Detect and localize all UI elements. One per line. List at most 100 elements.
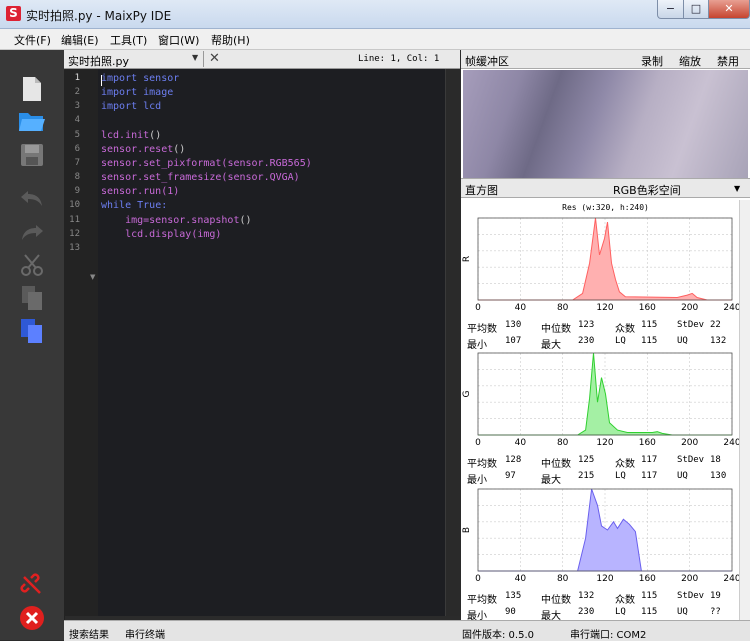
line-number: 9 bbox=[74, 186, 80, 197]
stat-max: 215 bbox=[578, 471, 595, 481]
connect-icon[interactable] bbox=[16, 570, 48, 600]
x-tick-label: 40 bbox=[515, 574, 527, 584]
colorspace-dropdown-icon[interactable]: ▼ bbox=[734, 184, 740, 193]
histogram-r: R 0 40 80 120 160 200 240 bbox=[462, 217, 739, 313]
title-bar: S 实时拍照.py - MaixPy IDE − □ ✕ bbox=[0, 0, 750, 29]
serial-port: 串行端口: COM2 bbox=[570, 630, 647, 641]
menu-tools[interactable]: 工具(T) bbox=[110, 32, 147, 48]
framebuffer-title: 帧缓冲区 bbox=[465, 55, 509, 68]
record-button[interactable]: 录制 bbox=[641, 53, 663, 69]
firmware-version: 固件版本: 0.5.0 bbox=[462, 630, 534, 641]
framebuffer-header: 帧缓冲区 录制 缩放 禁用 bbox=[461, 50, 750, 69]
code-token: while bbox=[101, 200, 132, 212]
left-toolbar bbox=[0, 50, 65, 640]
menu-file[interactable]: 文件(F) bbox=[14, 32, 51, 48]
stat-mean: 130 bbox=[505, 320, 522, 330]
x-tick-label: 160 bbox=[639, 438, 656, 448]
stat-mode-label: 众数 bbox=[615, 459, 635, 470]
save-icon[interactable] bbox=[16, 140, 48, 170]
copy-icon[interactable] bbox=[16, 283, 48, 313]
code-token: import bbox=[101, 73, 138, 84]
search-results-tab[interactable]: 搜索结果 bbox=[69, 626, 109, 641]
stop-icon[interactable] bbox=[16, 603, 48, 633]
code-line: import image bbox=[101, 87, 173, 98]
channel-label: G bbox=[462, 390, 472, 397]
stat-mode: 115 bbox=[641, 320, 658, 330]
code-token: lcd bbox=[137, 101, 162, 113]
stat-min-label: 最小 bbox=[467, 340, 487, 351]
code-token: sensor.run bbox=[101, 186, 162, 198]
histogram-title: 直方图 bbox=[465, 184, 498, 197]
right-panel: 帧缓冲区 录制 缩放 禁用 直方图 RGB色彩空间 ▼ Res (w:320, … bbox=[461, 50, 750, 622]
disable-button[interactable]: 禁用 bbox=[717, 53, 739, 69]
code-line: import lcd bbox=[101, 101, 161, 112]
menu-bar: 文件(F) 编辑(E) 工具(T) 窗口(W) 帮助(H) bbox=[0, 29, 750, 50]
stat-median-label: 中位数 bbox=[541, 324, 571, 335]
app-icon: S bbox=[6, 6, 21, 21]
code-token: import bbox=[101, 101, 138, 113]
line-number: 13 bbox=[69, 242, 80, 253]
stat-min-label: 最小 bbox=[467, 475, 487, 486]
line-number: 3 bbox=[74, 101, 80, 112]
close-tab-icon[interactable]: ✕ bbox=[209, 51, 220, 66]
line-col-indicator: Line: 1, Col: 1 bbox=[358, 54, 440, 64]
stat-mean: 128 bbox=[505, 455, 522, 465]
editor-scrollbar[interactable] bbox=[445, 69, 461, 616]
histogram-g: G 0 40 80 120 160 200 240 bbox=[462, 352, 739, 448]
file-tab[interactable]: 实时拍照.py bbox=[68, 53, 129, 69]
channel-label: B bbox=[462, 527, 472, 533]
new-file-icon[interactable] bbox=[16, 74, 48, 104]
x-tick-label: 40 bbox=[515, 303, 527, 313]
menu-help[interactable]: 帮助(H) bbox=[211, 32, 250, 48]
stat-lq: 115 bbox=[641, 336, 658, 346]
fold-marker-icon[interactable]: ▼ bbox=[90, 273, 95, 281]
maximize-button[interactable]: □ bbox=[683, 0, 709, 19]
code-line: lcd.init() bbox=[101, 130, 161, 141]
x-tick-label: 0 bbox=[475, 438, 481, 448]
zoom-button[interactable]: 缩放 bbox=[679, 53, 701, 69]
stat-median-label: 中位数 bbox=[541, 595, 571, 606]
serial-terminal-tab[interactable]: 串行终端 bbox=[125, 626, 165, 641]
code-line: img=sensor.snapshot() bbox=[101, 214, 251, 226]
close-button[interactable]: ✕ bbox=[708, 0, 750, 19]
code-editor[interactable]: import sensor import image import lcd lcd.i… bbox=[98, 69, 445, 616]
paste-icon[interactable] bbox=[16, 316, 48, 346]
redo-icon[interactable] bbox=[16, 217, 48, 247]
stat-min: 90 bbox=[505, 607, 516, 617]
stat-uq-label: UQ bbox=[677, 607, 688, 617]
editor-tab-bar: 实时拍照.py ▼ ✕ Line: 1, Col: 1 bbox=[64, 50, 460, 69]
code-token: import bbox=[101, 87, 138, 99]
colorspace-select[interactable]: RGB色彩空间 bbox=[613, 182, 681, 198]
minimize-button[interactable]: − bbox=[657, 0, 684, 19]
code-token: () bbox=[173, 143, 186, 155]
window-title: 实时拍照.py - MaixPy IDE bbox=[26, 9, 172, 23]
cut-icon[interactable] bbox=[16, 250, 48, 280]
histogram-scrollbar[interactable] bbox=[739, 200, 750, 620]
stat-max: 230 bbox=[578, 607, 595, 617]
undo-icon[interactable] bbox=[16, 183, 48, 213]
stat-mode-label: 众数 bbox=[615, 324, 635, 335]
stat-max: 230 bbox=[578, 336, 595, 346]
x-tick-label: 80 bbox=[557, 438, 569, 448]
tab-dropdown-icon[interactable]: ▼ bbox=[192, 53, 198, 62]
menu-window[interactable]: 窗口(W) bbox=[158, 32, 199, 48]
channel-label: R bbox=[462, 256, 472, 262]
stat-stdev: 18 bbox=[710, 455, 721, 465]
open-folder-icon[interactable] bbox=[16, 106, 48, 136]
stat-stdev: 19 bbox=[710, 591, 721, 601]
code-token: img=sensor.snapshot bbox=[101, 214, 240, 226]
line-number: 7 bbox=[74, 157, 80, 168]
line-number: 4 bbox=[74, 115, 80, 126]
stat-max-label: 最大 bbox=[541, 475, 561, 486]
stat-mode: 115 bbox=[641, 591, 658, 601]
line-number: 8 bbox=[74, 172, 80, 183]
line-number: 10 bbox=[69, 200, 80, 211]
x-tick-label: 0 bbox=[475, 574, 481, 584]
menu-edit[interactable]: 编辑(E) bbox=[61, 32, 99, 48]
line-number: 5 bbox=[74, 129, 80, 140]
line-number: 6 bbox=[74, 143, 80, 154]
stat-min: 97 bbox=[505, 471, 516, 481]
x-tick-label: 120 bbox=[596, 303, 613, 313]
resolution-label: Res (w:320, h:240) bbox=[562, 203, 649, 212]
code-token: sensor.set_pixformat bbox=[101, 157, 222, 169]
